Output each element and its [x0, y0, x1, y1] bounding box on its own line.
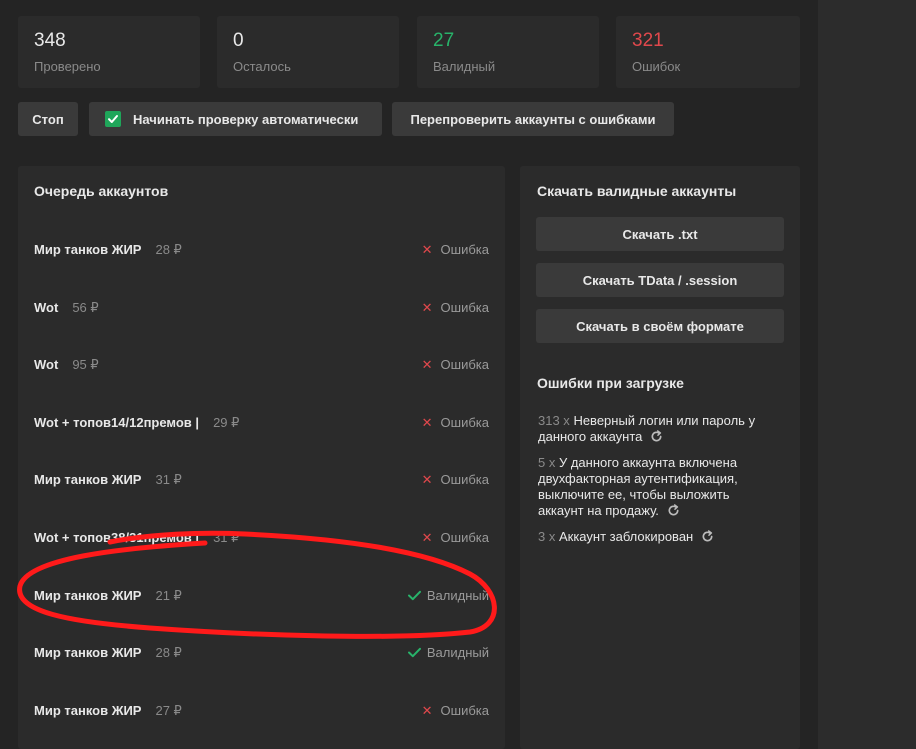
auto-start-toggle[interactable]: Начинать проверку автоматически	[89, 102, 382, 136]
status-label: Валидный	[426, 645, 489, 660]
stat-remaining-value: 0	[233, 30, 244, 51]
auto-start-label: Начинать проверку автоматически	[133, 111, 359, 127]
error-text: Неверный логин или пароль у данного акка…	[538, 413, 756, 444]
status-valid: Валидный	[407, 588, 489, 603]
stat-errors-label: Ошибок	[632, 59, 681, 74]
error-count: 313 x	[538, 413, 570, 428]
error-text: Аккаунт заблокирован	[558, 529, 694, 544]
error-text: У данного аккаунта включена двухфакторна…	[538, 455, 738, 518]
download-panel: Скачать валидные аккаунты Скачать .txt С…	[520, 166, 800, 749]
error-x-icon: ✕	[421, 299, 433, 315]
account-name: Мир танков ЖИР	[34, 242, 142, 257]
error-x-icon: ✕	[421, 414, 433, 430]
status-label: Ошибка	[440, 357, 489, 372]
status-error: ✕ Ошибка	[422, 242, 489, 258]
account-price: 31 ₽	[213, 529, 240, 545]
stat-checked: 348 Проверено	[18, 16, 200, 88]
valid-check-icon	[407, 590, 421, 601]
checkbox-checked-icon[interactable]	[105, 111, 121, 127]
status-error: ✕ Ошибка	[422, 415, 489, 431]
list-item: Мир танков ЖИР 31 ₽ ✕ Ошибка	[18, 451, 505, 508]
stat-remaining: 0 Осталось	[217, 16, 399, 88]
list-item: Wot + топов14/12премов | 29 ₽ ✕ Ошибка	[18, 394, 505, 451]
queue-title: Очередь аккаунтов	[34, 183, 169, 199]
right-empty-strip	[818, 0, 916, 749]
error-x-icon: ✕	[421, 241, 433, 257]
status-valid: Валидный	[407, 645, 489, 660]
stat-errors: 321 Ошибок	[616, 16, 800, 88]
error-item: 5 x У данного аккаунта включена двухфакт…	[538, 455, 778, 521]
status-label: Ошибка	[440, 242, 489, 257]
status-label: Ошибка	[440, 300, 489, 315]
error-count: 5 x	[538, 455, 556, 470]
stat-checked-value: 348	[34, 30, 66, 51]
error-x-icon: ✕	[421, 529, 433, 545]
status-error: ✕ Ошибка	[422, 472, 489, 488]
error-item: 3 x Аккаунт заблокирован	[538, 529, 778, 547]
error-item: 313 x Неверный логин или пароль у данног…	[538, 413, 778, 447]
queue-panel: Очередь аккаунтов Мир танков ЖИР 28 ₽ ✕ О…	[18, 166, 505, 749]
list-item: Мир танков ЖИР 28 ₽ Валидный	[18, 624, 505, 681]
list-item: Wot 95 ₽ ✕ Ошибка	[18, 336, 505, 393]
account-price: 28 ₽	[155, 241, 182, 257]
account-name: Мир танков ЖИР	[34, 472, 142, 487]
status-label: Ошибка	[440, 472, 489, 487]
valid-check-icon	[407, 647, 421, 658]
list-item: Мир танков ЖИР 27 ₽ ✕ Ошибка	[18, 682, 505, 739]
list-item: Мир танков ЖИР 28 ₽ ✕ Ошибка	[18, 221, 505, 278]
account-price: 27 ₽	[155, 702, 182, 718]
stat-remaining-label: Осталось	[233, 59, 291, 74]
status-label: Ошибка	[440, 530, 489, 545]
download-title: Скачать валидные аккаунты	[537, 183, 737, 199]
error-x-icon: ✕	[421, 471, 433, 487]
account-price: 56 ₽	[72, 299, 99, 315]
status-label: Валидный	[426, 588, 489, 603]
retry-icon[interactable]	[701, 530, 714, 547]
stat-checked-label: Проверено	[34, 59, 101, 74]
stat-valid-value: 27	[433, 30, 455, 51]
retry-icon[interactable]	[650, 430, 663, 447]
stat-valid: 27 Валидный	[417, 16, 599, 88]
account-name: Мир танков ЖИР	[34, 588, 142, 603]
status-label: Ошибка	[440, 703, 489, 718]
download-custom-format-button[interactable]: Скачать в своём формате	[536, 309, 784, 343]
account-name: Wot	[34, 300, 59, 315]
account-name: Wot + топов38/31премов |	[34, 530, 200, 545]
account-price: 29 ₽	[213, 414, 240, 430]
account-price: 21 ₽	[155, 587, 182, 603]
status-error: ✕ Ошибка	[422, 703, 489, 719]
download-tdata-button[interactable]: Скачать TData / .session	[536, 263, 784, 297]
list-item: Wot + топов38/31премов | 31 ₽ ✕ Ошибка	[18, 509, 505, 566]
errors-title: Ошибки при загрузке	[537, 375, 684, 391]
stat-valid-label: Валидный	[433, 59, 496, 74]
list-item: Мир танков ЖИР 21 ₽ Валидный	[18, 567, 505, 624]
account-name: Wot	[34, 357, 59, 372]
stat-errors-value: 321	[632, 30, 664, 51]
account-name: Wot + топов14/12премов |	[34, 415, 200, 430]
error-count: 3 x	[538, 529, 556, 544]
list-item: Wot 56 ₽ ✕ Ошибка	[18, 279, 505, 336]
download-txt-button[interactable]: Скачать .txt	[536, 217, 784, 251]
status-error: ✕ Ошибка	[422, 300, 489, 316]
account-price: 31 ₽	[155, 471, 182, 487]
account-price: 95 ₽	[72, 356, 99, 372]
retry-icon[interactable]	[667, 504, 680, 521]
recheck-errors-button[interactable]: Перепроверить аккаунты с ошибками	[392, 102, 674, 136]
account-name: Мир танков ЖИР	[34, 703, 142, 718]
status-label: Ошибка	[440, 415, 489, 430]
stop-button[interactable]: Стоп	[18, 102, 78, 136]
error-x-icon: ✕	[421, 356, 433, 372]
error-x-icon: ✕	[421, 702, 433, 718]
account-price: 28 ₽	[155, 644, 182, 660]
account-name: Мир танков ЖИР	[34, 645, 142, 660]
status-error: ✕ Ошибка	[422, 357, 489, 373]
status-error: ✕ Ошибка	[422, 530, 489, 546]
